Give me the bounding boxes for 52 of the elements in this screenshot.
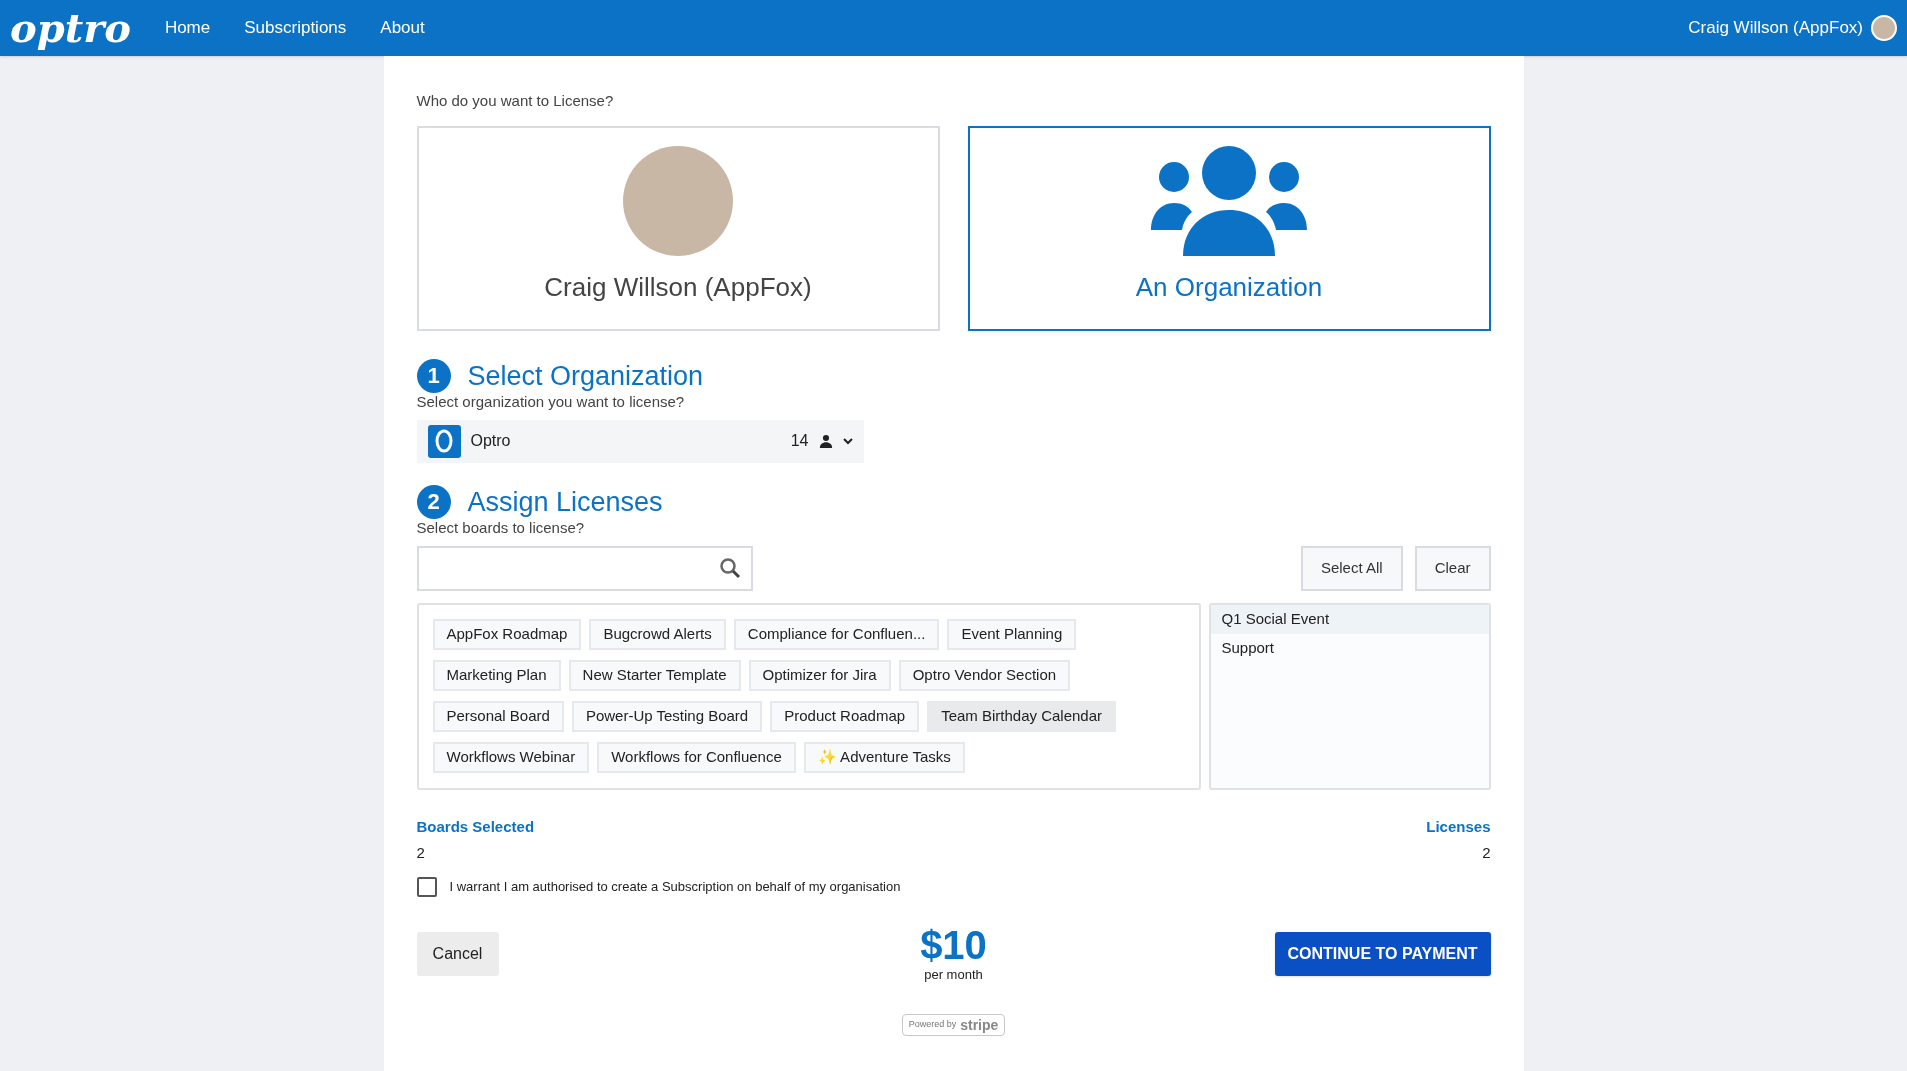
license-option-card[interactable]: An Organization xyxy=(967,125,1491,331)
continue-to-payment-button[interactable]: CONTINUE TO PAYMENT xyxy=(1274,932,1491,977)
board-chip[interactable]: Event Planning xyxy=(947,618,1077,650)
summary-label: Boards Selected xyxy=(416,816,535,837)
board-chip[interactable]: New Starter Template xyxy=(568,659,741,691)
cancel-button[interactable]: Cancel xyxy=(416,932,499,977)
nav-link[interactable]: About xyxy=(380,15,425,41)
warrant-checkbox[interactable] xyxy=(416,876,437,897)
board-chip[interactable]: Power-Up Testing Board xyxy=(571,700,763,732)
selected-board-item[interactable]: Support xyxy=(1210,633,1489,663)
group-icon xyxy=(1151,145,1307,256)
section-subtitle: Select organization you want to license? xyxy=(416,392,686,411)
summary-value: 2 xyxy=(416,843,426,863)
board-chip[interactable]: Team Birthday Calendar xyxy=(927,700,1117,732)
organization-dropdown[interactable]: Optro 14 xyxy=(416,419,864,463)
organization-logo-icon xyxy=(427,424,461,458)
step-number-badge: 1 xyxy=(416,358,451,393)
nav-link[interactable]: Home xyxy=(164,15,211,41)
summary-label: Licenses xyxy=(1426,816,1491,837)
list-action-button[interactable]: Clear xyxy=(1414,545,1491,591)
user-icon xyxy=(818,434,833,448)
nav-link[interactable]: Subscriptions xyxy=(244,15,347,41)
price-amount: $10 xyxy=(920,924,987,965)
summary-value: 2 xyxy=(1482,843,1491,863)
step-number-badge: 2 xyxy=(416,484,451,519)
section-subtitle: Select boards to license? xyxy=(416,518,586,537)
user-name[interactable]: Craig Willson (AppFox) xyxy=(1688,15,1863,41)
section-title: Select Organization xyxy=(467,360,704,391)
board-chip[interactable]: Compliance for Confluen... xyxy=(733,618,940,650)
list-action-button[interactable]: Select All xyxy=(1300,545,1403,591)
search-icon xyxy=(718,557,741,579)
board-chip[interactable]: Workflows for Confluence xyxy=(597,741,796,773)
license-option-card[interactable]: Craig Willson (AppFox) xyxy=(416,125,940,331)
board-chip[interactable]: Workflows Webinar xyxy=(432,741,590,773)
board-chip[interactable]: ✨ Adventure Tasks xyxy=(803,741,965,773)
board-chip[interactable]: Product Roadmap xyxy=(770,700,920,732)
user-avatar[interactable] xyxy=(1871,15,1897,41)
warrant-label: I warrant I am authorised to create a Subscription on behalf of my organisation xyxy=(449,877,901,896)
board-chip[interactable]: AppFox Roadmap xyxy=(432,618,582,650)
prompt-text: Who do you want to License? xyxy=(416,91,615,111)
board-chip[interactable]: Optro Vendor Section xyxy=(898,659,1071,691)
board-search-field[interactable] xyxy=(416,545,753,591)
board-chip[interactable]: Personal Board xyxy=(432,700,564,732)
board-chip[interactable]: Optimizer for Jira xyxy=(748,659,891,691)
board-chip[interactable]: Marketing Plan xyxy=(432,659,561,691)
section-title: Assign Licenses xyxy=(467,486,663,517)
selected-board-item[interactable]: Q1 Social Event xyxy=(1210,604,1489,634)
chevron-down-icon xyxy=(842,437,853,445)
price-period: per month xyxy=(924,965,983,984)
powered-by-stripe-badge[interactable]: Powered by stripe xyxy=(901,1014,1006,1036)
optro-logo[interactable]: optro xyxy=(10,8,131,48)
board-chip[interactable]: Bugcrowd Alerts xyxy=(589,618,726,650)
